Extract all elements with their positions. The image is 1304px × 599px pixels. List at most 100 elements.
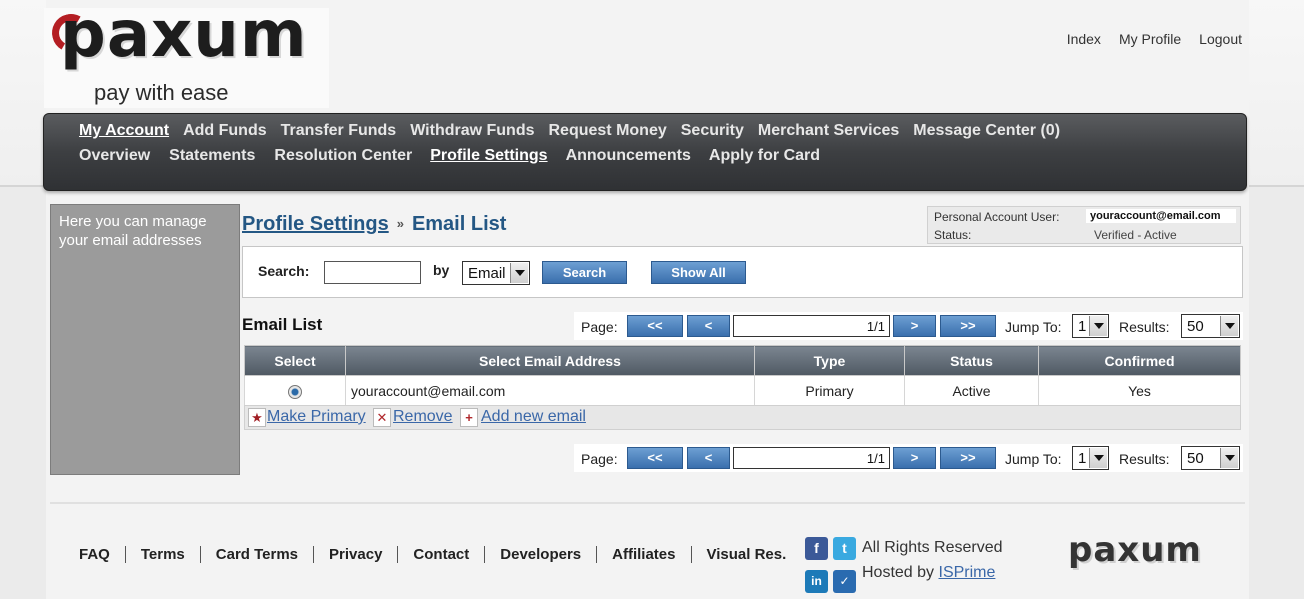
paxum-logo[interactable]: paxum pay with ease <box>44 0 329 108</box>
column-header-status: Status <box>904 345 1039 376</box>
email-list-title: Email List <box>242 315 323 334</box>
nav-withdraw-funds[interactable]: Withdraw Funds <box>410 122 534 140</box>
search-by-value: Email <box>468 265 506 282</box>
row-confirmed: Yes <box>1038 375 1241 406</box>
footer-link-developers[interactable]: Developers <box>484 546 596 563</box>
footer-hosted-label: Hosted by <box>862 564 935 581</box>
nav-profile-settings[interactable]: Profile Settings <box>430 147 547 165</box>
footer-link-terms[interactable]: Terms <box>124 546 200 563</box>
nav-resolution-center[interactable]: Resolution Center <box>274 147 412 165</box>
footer-hosted: Hosted by ISPrime <box>862 564 995 582</box>
row-status: Active <box>904 375 1039 406</box>
pager-page-label: Page: <box>581 319 618 335</box>
column-header-email: Select Email Address <box>345 345 755 376</box>
close-icon: ✕ <box>373 408 391 427</box>
logo-tagline: pay with ease <box>94 80 229 105</box>
main-nav: My Account Add Funds Transfer Funds With… <box>43 113 1247 191</box>
top-links: Index My Profile Logout <box>1049 31 1242 47</box>
account-status-value: Verified - Active <box>1094 228 1177 242</box>
footer-links: FAQ Terms Card Terms Privacy Contact Dev… <box>79 546 801 563</box>
column-header-confirmed: Confirmed <box>1038 345 1241 376</box>
pager-results-select[interactable]: 50 <box>1181 446 1240 470</box>
nav-apply-for-card[interactable]: Apply for Card <box>709 147 820 165</box>
nav-overview[interactable]: Overview <box>79 147 150 165</box>
row-email: youraccount@email.com <box>345 375 755 406</box>
linkedin-icon[interactable]: in <box>805 570 828 593</box>
row-type: Primary <box>754 375 905 406</box>
twitter-icon[interactable]: t <box>833 537 856 560</box>
nav-row-secondary: Overview Statements Resolution Center Pr… <box>79 147 834 165</box>
sidebar-help-text: Here you can manage your email addresses <box>59 213 207 249</box>
pager-page-label: Page: <box>581 451 618 467</box>
pager-results-select[interactable]: 50 <box>1181 314 1240 338</box>
nav-add-funds[interactable]: Add Funds <box>183 122 267 140</box>
nav-statements[interactable]: Statements <box>169 147 255 165</box>
breadcrumb-current: Email List <box>411 213 507 235</box>
facebook-icon[interactable]: f <box>805 537 828 560</box>
nav-message-center[interactable]: Message Center (0) <box>913 122 1060 140</box>
column-header-type: Type <box>754 345 905 376</box>
pager-page-field[interactable]: 1/1 <box>733 447 890 469</box>
top-link-my-profile[interactable]: My Profile <box>1119 31 1181 47</box>
pager-jump-label: Jump To: <box>1005 319 1062 335</box>
logo-word: paxum <box>60 0 308 72</box>
account-info: Personal Account User: youraccount@email… <box>927 206 1241 244</box>
row-select-cell <box>244 375 346 406</box>
top-link-logout[interactable]: Logout <box>1199 31 1242 47</box>
nav-security[interactable]: Security <box>681 122 744 140</box>
nav-announcements[interactable]: Announcements <box>566 147 691 165</box>
footer-link-contact[interactable]: Contact <box>397 546 484 563</box>
pager-jump-select[interactable]: 1 <box>1072 446 1109 470</box>
email-table: Select Select Email Address Type Status … <box>244 345 1241 406</box>
pager-jump-value: 1 <box>1078 318 1087 335</box>
chevron-down-icon <box>1089 316 1107 336</box>
sidebar-help: Here you can manage your email addresses <box>50 204 240 475</box>
footer-link-visual-res[interactable]: Visual Res. <box>690 546 802 563</box>
footer-link-privacy[interactable]: Privacy <box>313 546 397 563</box>
email-actions: ★ Make Primary ✕ Remove + Add new email <box>244 405 1241 430</box>
chevron-down-icon <box>1220 316 1238 336</box>
pager-page-field[interactable]: 1/1 <box>733 315 890 337</box>
top-link-index[interactable]: Index <box>1067 31 1101 47</box>
row-select-radio[interactable] <box>288 384 302 399</box>
pager-results-value: 50 <box>1187 450 1204 467</box>
breadcrumb-profile-settings[interactable]: Profile Settings <box>242 213 389 235</box>
pager-last-button[interactable]: >> <box>940 447 996 469</box>
pager-first-button[interactable]: << <box>627 447 683 469</box>
nav-transfer-funds[interactable]: Transfer Funds <box>281 122 397 140</box>
pager-next-button[interactable]: > <box>893 447 936 469</box>
table-header-row: Select Select Email Address Type Status … <box>244 345 1241 376</box>
make-primary-link[interactable]: Make Primary <box>267 408 366 426</box>
pager-last-button[interactable]: >> <box>940 315 996 337</box>
pager-prev-button[interactable]: < <box>687 447 730 469</box>
nav-request-money[interactable]: Request Money <box>549 122 667 140</box>
footer-link-faq[interactable]: FAQ <box>79 546 125 563</box>
footer-link-card-terms[interactable]: Card Terms <box>199 546 313 563</box>
search-label: Search: <box>258 263 310 279</box>
add-new-email-link[interactable]: Add new email <box>481 408 586 426</box>
nav-my-account[interactable]: My Account <box>79 122 169 140</box>
search-by-select[interactable]: Email <box>462 261 530 285</box>
pager-results-label: Results: <box>1119 451 1170 467</box>
pager-jump-select[interactable]: 1 <box>1072 314 1109 338</box>
search-input[interactable] <box>324 261 421 284</box>
column-header-select: Select <box>244 345 346 376</box>
pager-bottom: Page: << < 1/1 > >> Jump To: 1 Results: … <box>574 444 1243 472</box>
footer-rights: All Rights Reserved <box>862 539 1003 556</box>
delicious-icon[interactable]: ✓ <box>833 570 856 593</box>
remove-link[interactable]: Remove <box>393 408 453 426</box>
pager-top: Page: << < 1/1 > >> Jump To: 1 Results: … <box>574 312 1243 340</box>
footer-link-affiliates[interactable]: Affiliates <box>596 546 690 563</box>
footer-host-link[interactable]: ISPrime <box>939 564 996 581</box>
plus-icon: + <box>460 408 478 427</box>
nav-merchant-services[interactable]: Merchant Services <box>758 122 899 140</box>
account-user-value: youraccount@email.com <box>1086 209 1236 223</box>
star-icon: ★ <box>248 408 266 427</box>
pager-first-button[interactable]: << <box>627 315 683 337</box>
search-button[interactable]: Search <box>542 261 627 284</box>
search-by-label: by <box>433 262 450 278</box>
footer-divider <box>50 502 1245 504</box>
pager-next-button[interactable]: > <box>893 315 936 337</box>
pager-prev-button[interactable]: < <box>687 315 730 337</box>
show-all-button[interactable]: Show All <box>651 261 746 284</box>
